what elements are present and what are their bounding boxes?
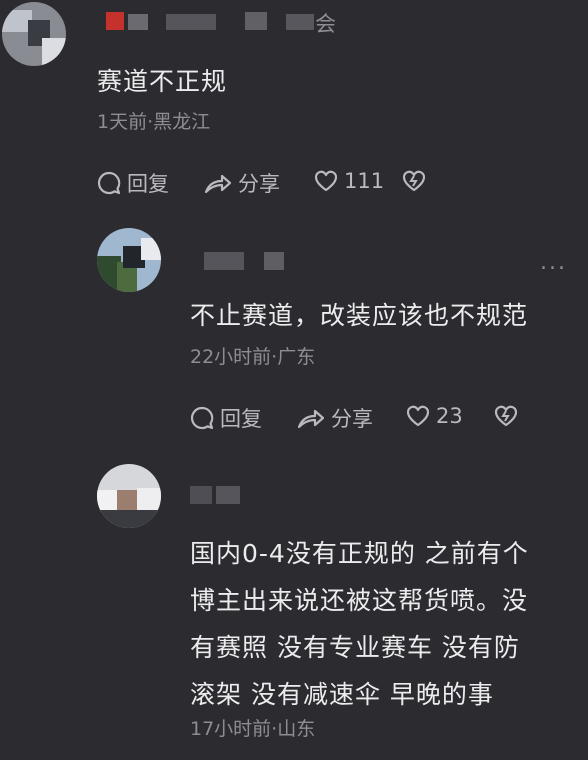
username-mosaic (245, 12, 267, 30)
broken-heart-icon (493, 403, 519, 429)
avatar-mosaic (97, 510, 161, 528)
comment-bubble-icon (96, 170, 122, 196)
comment-1-username[interactable]: 会 (100, 6, 350, 36)
comment-2-username[interactable] (190, 248, 300, 272)
comment-2-text: 不止赛道，改装应该也不规范 (190, 301, 529, 330)
share-arrow-icon (296, 405, 326, 431)
avatar-mosaic (42, 38, 66, 66)
heart-icon (405, 403, 431, 429)
username-mosaic (166, 14, 216, 30)
comment-bubble-icon (189, 405, 215, 431)
avatar-mosaic (137, 488, 161, 512)
avatar-mosaic (97, 490, 119, 512)
share-arrow-icon (203, 170, 233, 196)
username-mosaic (128, 14, 148, 30)
comment-3-text: 国内0-4没有正规的 之前有个 博主出来说还被这帮货喷。没 有赛照 没有专业赛车… (190, 530, 529, 718)
comment-1-text: 赛道不正规 (97, 67, 228, 96)
comment-3-text-line: 有赛照 没有专业赛车 没有防 (190, 633, 520, 662)
like-count: 111 (344, 169, 385, 193)
comment-3-time-location: 17小时前·山东 (190, 718, 316, 740)
reply-label: 回复 (127, 172, 169, 196)
reply-label: 回复 (220, 407, 262, 431)
username-mosaic (286, 14, 314, 30)
share-label: 分享 (331, 407, 373, 431)
comment-2-reply-button[interactable]: 回复 (189, 403, 262, 433)
comment-1-avatar[interactable] (2, 2, 66, 66)
comment-3-username[interactable] (190, 482, 270, 506)
broken-heart-icon (401, 168, 427, 194)
heart-icon (313, 168, 339, 194)
comment-1-like-button[interactable]: 111 (313, 168, 384, 194)
like-count: 23 (436, 404, 463, 428)
username-mosaic (190, 486, 212, 504)
comment-2-dislike-button[interactable] (493, 403, 519, 429)
comment-2-avatar[interactable] (97, 228, 161, 292)
username-visible-char: 会 (315, 12, 336, 36)
comment-2-like-button[interactable]: 23 (405, 403, 463, 429)
avatar-mosaic (141, 238, 161, 260)
username-mosaic (264, 252, 284, 270)
comment-2-share-button[interactable]: 分享 (296, 403, 373, 433)
share-label: 分享 (238, 172, 280, 196)
comment-1-dislike-button[interactable] (401, 168, 427, 194)
comment-3-text-line: 国内0-4没有正规的 之前有个 (190, 539, 529, 568)
comment-3-text-line: 滚架 没有减速伞 早晚的事 (190, 680, 494, 709)
username-mosaic (106, 12, 124, 30)
comment-3-avatar[interactable] (97, 464, 161, 528)
comment-2-time-location: 22小时前·广东 (190, 346, 316, 368)
more-dots-icon[interactable]: ... (540, 250, 567, 275)
comment-1-time-location: 1天前·黑龙江 (97, 111, 211, 133)
username-mosaic (216, 486, 240, 504)
avatar-mosaic (117, 490, 139, 512)
username-mosaic (204, 252, 244, 270)
comment-1-share-button[interactable]: 分享 (203, 168, 280, 198)
comment-3-text-line: 博主出来说还被这帮货喷。没 (190, 586, 529, 615)
comment-1-reply-button[interactable]: 回复 (96, 168, 169, 198)
